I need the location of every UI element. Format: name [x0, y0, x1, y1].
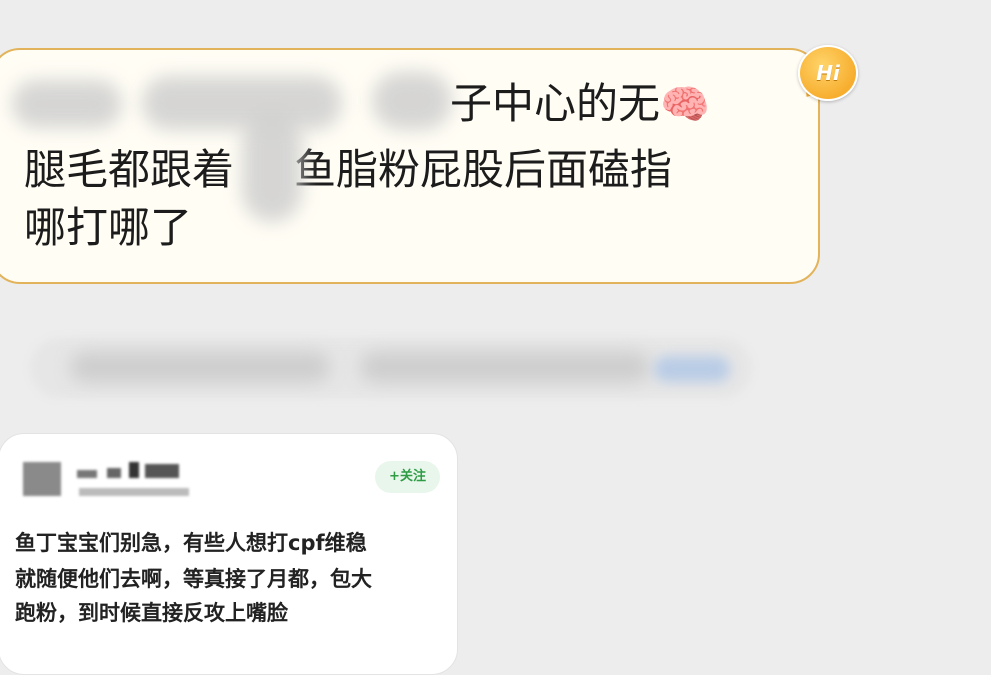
redacted-text	[360, 352, 650, 382]
message-line-1: 子中心的无🧠	[450, 80, 710, 129]
redacted-text	[12, 80, 122, 128]
message-line-3: 哪打哪了	[24, 204, 192, 252]
system-message-link[interactable]	[654, 356, 730, 382]
message-text: 鱼脂粉屁股后面磕指	[294, 145, 673, 194]
post-content-line: 就随便他们去啊，等真接了月都，包大	[15, 567, 372, 591]
hi-bubble-icon[interactable]: Hi	[798, 45, 858, 101]
redacted-text	[242, 112, 302, 222]
redacted-text	[142, 76, 342, 130]
hi-badge-text: Hi	[816, 61, 840, 85]
brain-emoji-icon: 🧠	[660, 82, 710, 128]
avatar	[23, 462, 61, 496]
post-content-line: 鱼丁宝宝们别急，有些人想打cpf维稳	[15, 531, 367, 555]
redacted-text	[372, 72, 452, 130]
follow-button[interactable]: +关注	[375, 461, 440, 493]
chat-message-bubble[interactable]: 子中心的无🧠 腿毛都跟着 鱼脂粉屁股后面磕指 哪打哪了	[0, 48, 820, 284]
redacted-meta	[79, 488, 189, 496]
post-content-line: 跑粉，到时候直接反攻上嘴脸	[15, 601, 288, 625]
redacted-username	[129, 462, 139, 478]
message-line-2: 腿毛都跟着 鱼脂粉屁股后面磕指	[24, 146, 672, 194]
redacted-username	[107, 468, 121, 478]
redacted-username	[77, 470, 97, 478]
message-text: 子中心的无	[450, 79, 661, 128]
redacted-username	[145, 464, 179, 478]
message-text: 哪打哪了	[24, 203, 193, 252]
message-text: 腿毛都跟着	[24, 145, 235, 194]
redacted-text	[70, 352, 330, 382]
